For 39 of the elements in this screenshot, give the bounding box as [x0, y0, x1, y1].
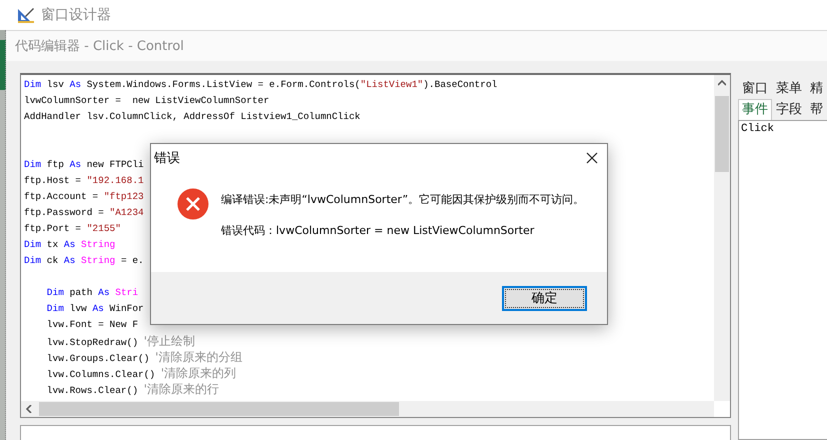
code-line: Dim ck As String = e.	[23, 254, 144, 268]
code-line: lvwColumnSorter = new ListViewColumnSorter	[23, 94, 270, 108]
scroll-left-icon[interactable]	[26, 405, 32, 413]
panel-tab[interactable]: 菜单	[772, 78, 806, 100]
code-line: lvw.Groups.Clear() '清除原来的分组	[46, 349, 242, 365]
scroll-thumb[interactable]	[39, 402, 399, 416]
vertical-scrollbar[interactable]	[714, 75, 730, 401]
close-icon[interactable]	[586, 152, 598, 164]
code-line: Dim path As Stri	[46, 286, 138, 300]
error-message: 编译错误:未声明“lvwColumnSorter”。它可能因其保护级别而不可访问。	[221, 192, 584, 207]
dialog-title: 错误	[154, 150, 180, 167]
scroll-thumb[interactable]	[715, 96, 729, 172]
code-line: ftp.Account = "ftp123	[23, 190, 144, 204]
horizontal-scrollbar[interactable]	[21, 401, 714, 417]
event-item[interactable]: Click	[741, 123, 825, 135]
ruler-pencil-icon	[17, 6, 35, 24]
editor-title: 代码编辑器 - Click - Control	[15, 38, 184, 55]
code-line: ftp.Password = "A1234	[23, 206, 144, 220]
scroll-up-icon[interactable]	[718, 80, 726, 86]
code-line: lvw.StopRedraw() '停止绘制	[46, 333, 196, 349]
code-line: lvw.Rows.Clear() '清除原来的行	[46, 381, 220, 397]
code-line: Dim tx As String	[23, 238, 116, 252]
panel-tab[interactable]: 字段	[772, 98, 806, 120]
code-line: lvw.Columns.Clear() '清除原来的列	[46, 365, 236, 381]
window-title: 窗口设计器	[41, 6, 111, 24]
code-line: Dim lsv As System.Windows.Forms.ListView = e.Form.Controls("ListView1").BaseControl	[23, 78, 498, 92]
code-line: AddHandler lsv.ColumnClick, AddressOf Listview1_ColumnClick	[23, 110, 360, 124]
panel-tab[interactable]: 精	[806, 78, 827, 100]
code-line: ftp.Port = "2155"	[23, 222, 121, 236]
code-line: Dim ftp As new FTPCli	[23, 158, 144, 172]
panel-tab[interactable]: 事件	[738, 99, 772, 120]
code-line: ftp.Host = "192.168.1	[23, 174, 144, 188]
panel-tab[interactable]: 帮	[806, 98, 827, 120]
panel-tab[interactable]: 窗口	[738, 78, 772, 100]
ok-button[interactable]: 确定	[502, 286, 587, 310]
code-line: Dim lvw As WinFor	[46, 302, 144, 316]
error-detail: 错误代码：lvwColumnSorter = new ListViewColumnSorter	[221, 223, 536, 238]
code-line: lvw.Font = New F	[46, 318, 138, 332]
error-icon	[177, 188, 209, 220]
